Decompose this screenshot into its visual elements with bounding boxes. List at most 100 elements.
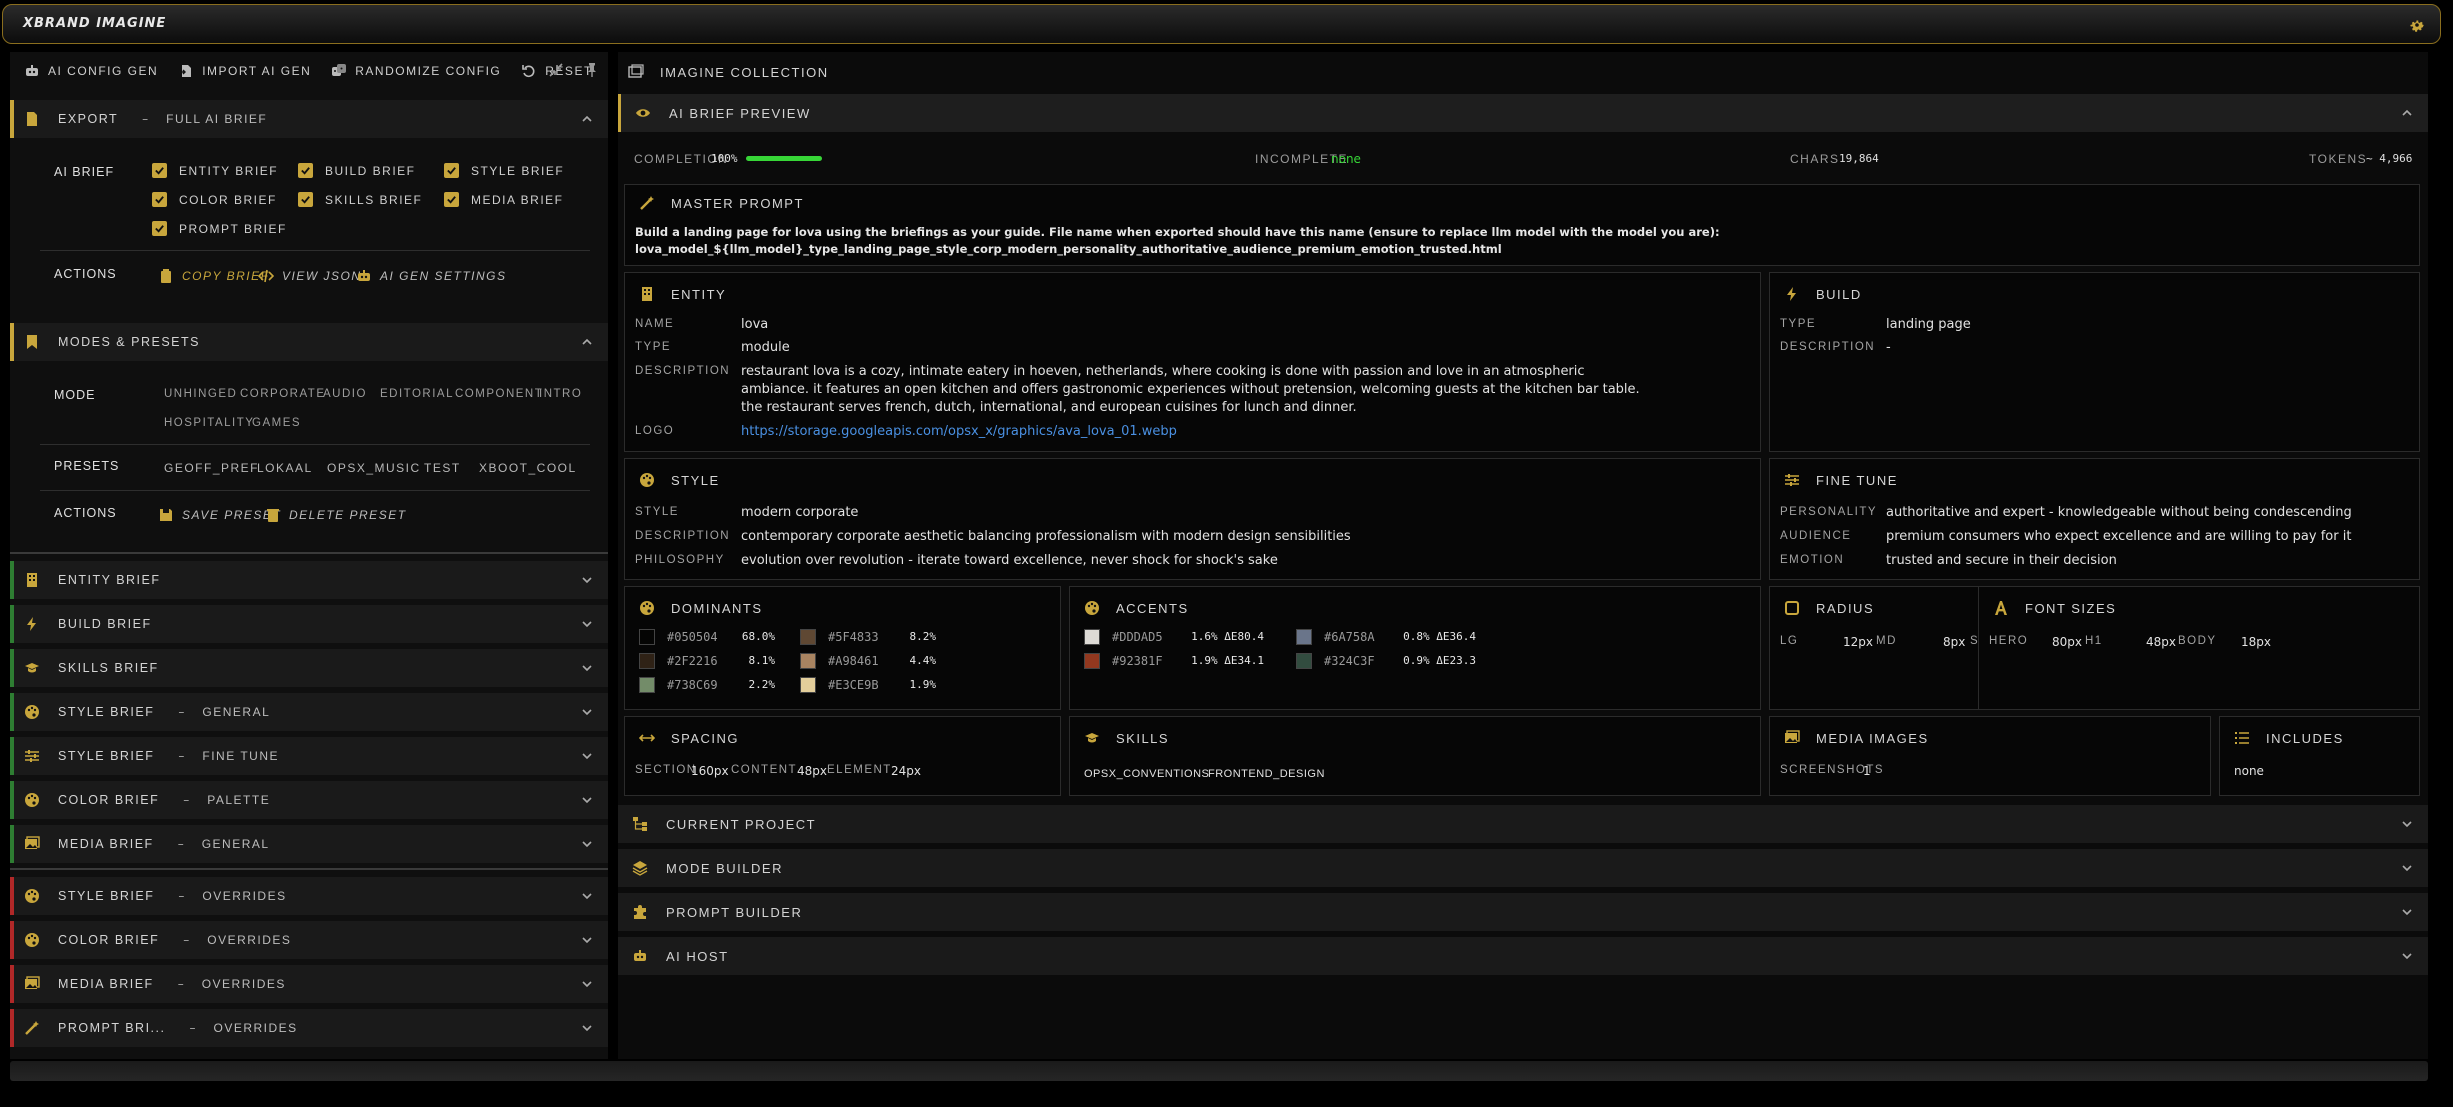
chars-label: CHARS xyxy=(1790,152,1840,166)
color-swatch[interactable] xyxy=(1296,629,1312,645)
prompt-brief-overrides-section-header[interactable]: PROMPT BRI... – OVERRIDES xyxy=(10,1009,608,1047)
settings-gear-icon[interactable] xyxy=(2408,16,2426,34)
mode-audio[interactable]: AUDIO xyxy=(323,388,367,400)
palette-icon xyxy=(640,473,654,487)
skill-tag[interactable]: FRONTEND_DESIGN xyxy=(1208,765,1325,783)
images-icon xyxy=(25,836,40,849)
color-percentage: 0.8% ΔE36.4 xyxy=(1403,630,1476,643)
style-brief-overrides-section-header[interactable]: STYLE BRIEF – OVERRIDES xyxy=(10,877,608,915)
ai-gen-settings-button[interactable]: AI GEN SETTINGS xyxy=(356,268,507,284)
chevron-down-icon xyxy=(582,1025,592,1032)
copy-brief-button[interactable]: COPY BRIEF xyxy=(158,268,269,284)
top-toolbar: AI CONFIG GEN IMPORT AI GEN RANDOMIZE CO… xyxy=(10,52,608,90)
entity-brief-checkbox[interactable]: ENTITY BRIEF xyxy=(152,163,278,178)
code-icon xyxy=(258,269,274,283)
style-brief-general-section-header[interactable]: STYLE BRIEF – GENERAL xyxy=(10,693,608,731)
ai-config-gen-button[interactable]: AI CONFIG GEN xyxy=(24,63,158,79)
graduation-cap-icon xyxy=(1085,733,1099,743)
color-swatch[interactable] xyxy=(800,677,816,693)
incomplete-value: none xyxy=(1331,152,1361,166)
border-radius-icon xyxy=(1785,601,1799,615)
delete-preset-button[interactable]: DELETE PRESET xyxy=(265,507,407,523)
preset-xboot-cool[interactable]: XBOOT_COOL xyxy=(479,461,577,475)
personality-value: authoritative and expert - knowledgeable… xyxy=(1886,505,2352,520)
build-brief-section-header[interactable]: BUILD BRIEF xyxy=(10,605,608,643)
color-brief-checkbox[interactable]: COLOR BRIEF xyxy=(152,192,277,207)
preset-opsx-music[interactable]: OPSX_MUSIC xyxy=(327,461,421,475)
color-swatch[interactable] xyxy=(800,629,816,645)
media-brief-general-section-header[interactable]: MEDIA BRIEF – GENERAL xyxy=(10,825,608,863)
view-json-button[interactable]: VIEW JSON xyxy=(258,268,362,284)
completion-progress-fill xyxy=(746,156,822,161)
palette-icon xyxy=(640,601,654,615)
build-brief-checkbox[interactable]: BUILD BRIEF xyxy=(298,163,416,178)
chevron-down-icon xyxy=(582,797,592,804)
skills-brief-section-header[interactable]: SKILLS BRIEF xyxy=(10,649,608,687)
color-swatch[interactable] xyxy=(639,677,655,693)
color-brief-overrides-section-header[interactable]: COLOR BRIEF – OVERRIDES xyxy=(10,921,608,959)
preset-test[interactable]: TEST xyxy=(424,461,461,475)
color-hex: #92381F xyxy=(1112,654,1163,668)
current-project-header[interactable]: CURRENT PROJECT xyxy=(618,805,2428,843)
ai-brief-label: AI BRIEF xyxy=(54,165,115,179)
color-swatch[interactable] xyxy=(1084,653,1100,669)
mode-unhinged[interactable]: UNHINGED xyxy=(164,388,237,400)
ai-brief-preview-header[interactable]: AI BRIEF PREVIEW xyxy=(618,94,2428,132)
style-card: STYLE STYLE modern corporate DESCRIPTION… xyxy=(624,458,1761,580)
randomize-config-button[interactable]: RANDOMIZE CONFIG xyxy=(331,63,501,79)
mode-games[interactable]: GAMES xyxy=(252,417,301,429)
skill-tag[interactable]: OPSX_CONVENTIONS xyxy=(1084,765,1209,783)
export-section-header[interactable]: EXPORT – FULL AI BRIEF xyxy=(10,100,608,138)
entity-logo-link[interactable]: https://storage.googleapis.com/opsx_x/gr… xyxy=(741,423,1177,441)
pin-icon[interactable] xyxy=(584,62,600,78)
bookmark-icon xyxy=(27,335,37,349)
color-swatch[interactable] xyxy=(1084,629,1100,645)
entity-brief-section-header[interactable]: ENTITY BRIEF xyxy=(10,561,608,599)
clipboard-icon xyxy=(161,269,171,283)
prompt-builder-header[interactable]: PROMPT BUILDER xyxy=(618,893,2428,931)
color-swatch[interactable] xyxy=(639,653,655,669)
mode-corporate-selected[interactable]: CORPORATE xyxy=(240,388,326,400)
mode-editorial[interactable]: EDITORIAL xyxy=(380,388,454,400)
media-images-card: MEDIA IMAGES SCREENSHOTS 1 xyxy=(1769,716,2211,796)
images-icon xyxy=(25,976,40,989)
puzzle-icon xyxy=(634,905,646,919)
robot-icon xyxy=(358,270,370,281)
chars-value: 19,864 xyxy=(1839,152,1879,165)
spacing-card: SPACING SECTION 160px CONTENT 48px ELEME… xyxy=(624,716,1061,796)
mode-builder-header[interactable]: MODE BUILDER xyxy=(618,849,2428,887)
media-brief-checkbox[interactable]: MEDIA BRIEF xyxy=(444,192,564,207)
modes-actions-label: ACTIONS xyxy=(54,506,117,520)
skills-brief-checkbox[interactable]: SKILLS BRIEF xyxy=(298,192,422,207)
chevron-down-icon xyxy=(2402,821,2412,828)
collapse-icon[interactable] xyxy=(548,62,564,78)
color-brief-palette-section-header[interactable]: COLOR BRIEF – PALETTE xyxy=(10,781,608,819)
undo-icon xyxy=(522,65,535,78)
chevron-up-icon xyxy=(582,115,592,122)
tokens-label: TOKENS xyxy=(2309,152,2368,166)
build-description: - xyxy=(1886,340,1891,355)
preset-lokaal[interactable]: LOKAAL xyxy=(257,461,313,475)
color-hex: #A98461 xyxy=(828,654,879,668)
mode-component[interactable]: COMPONENT xyxy=(455,388,543,400)
font-size-h1: 48px xyxy=(2146,635,2176,649)
mode-intro[interactable]: INTRO xyxy=(539,388,582,400)
ai-host-header[interactable]: AI HOST xyxy=(618,937,2428,975)
import-ai-gen-button[interactable]: IMPORT AI GEN xyxy=(178,63,311,79)
save-preset-button[interactable]: SAVE PRESET xyxy=(158,507,281,523)
media-brief-overrides-section-header[interactable]: MEDIA BRIEF – OVERRIDES xyxy=(10,965,608,1003)
style-brief-checkbox[interactable]: STYLE BRIEF xyxy=(444,163,564,178)
chevron-down-icon xyxy=(582,937,592,944)
color-hex: #738C69 xyxy=(667,678,718,692)
trash-icon xyxy=(267,509,279,522)
modes-presets-section-header[interactable]: MODES & PRESETS xyxy=(10,323,608,361)
prompt-brief-checkbox[interactable]: PROMPT BRIEF xyxy=(152,221,287,236)
color-swatch[interactable] xyxy=(1296,653,1312,669)
chevron-down-icon xyxy=(2402,953,2412,960)
color-swatch[interactable] xyxy=(639,629,655,645)
presets-label: PRESETS xyxy=(54,459,120,473)
color-swatch[interactable] xyxy=(800,653,816,669)
mode-hospitality[interactable]: HOSPITALITY xyxy=(164,417,254,429)
preset-geoff-pref[interactable]: GEOFF_PREF xyxy=(164,461,259,475)
style-brief-fine-tune-section-header[interactable]: STYLE BRIEF – FINE TUNE xyxy=(10,737,608,775)
